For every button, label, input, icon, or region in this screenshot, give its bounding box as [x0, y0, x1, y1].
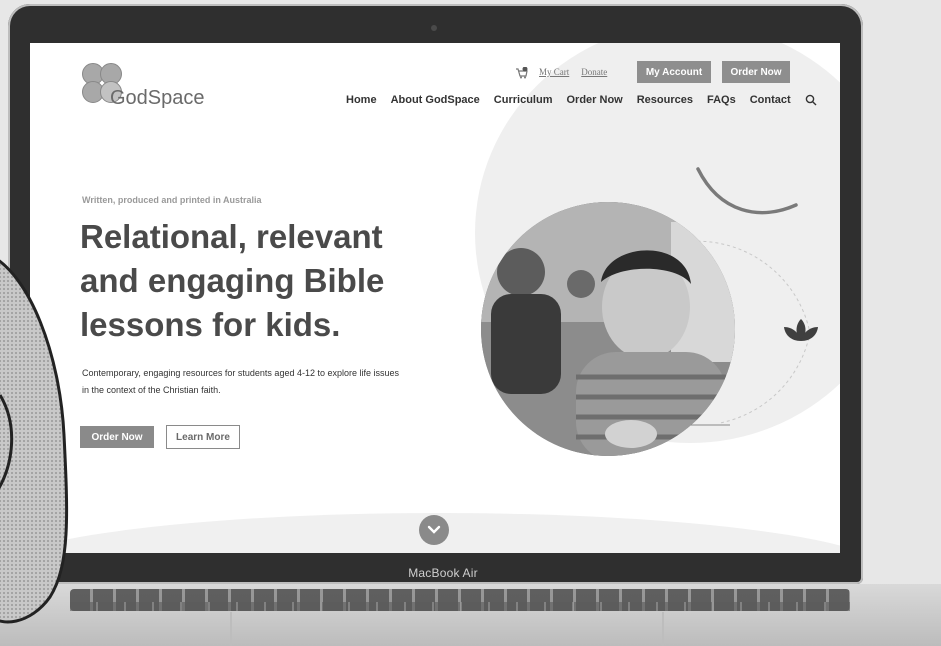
- my-cart-link[interactable]: My Cart: [539, 67, 569, 77]
- cart-icon[interactable]: [515, 67, 528, 79]
- hero-headline: Relational, relevant and engaging Bible …: [80, 218, 385, 343]
- elephant-illustration: [0, 259, 69, 624]
- hero-tagline: Written, produced and printed in Austral…: [82, 195, 262, 205]
- hero-photo-child: [481, 202, 735, 456]
- keyboard-row: [70, 602, 850, 611]
- nav-item-contact[interactable]: Contact: [750, 94, 791, 106]
- site-logo[interactable]: GodSpace: [82, 63, 212, 113]
- lotus-icon: [784, 319, 818, 341]
- scroll-down-button[interactable]: [419, 515, 449, 545]
- camera-dot: [431, 25, 437, 31]
- main-nav: Home About GodSpace Curriculum Order Now…: [346, 94, 817, 106]
- utility-links: My Cart Donate: [515, 67, 607, 79]
- logo-text: GodSpace: [110, 87, 205, 109]
- website-screen: GodSpace My Cart Donate My Account Order…: [30, 43, 840, 553]
- nav-item-faqs[interactable]: FAQs: [707, 94, 736, 106]
- search-icon[interactable]: [805, 94, 817, 106]
- laptop-model-label: MacBook Air: [408, 566, 478, 580]
- chevron-down-icon: [427, 525, 441, 534]
- hero-learn-more-button[interactable]: Learn More: [166, 425, 240, 449]
- my-account-button[interactable]: My Account: [637, 61, 711, 83]
- donate-link[interactable]: Donate: [581, 67, 607, 77]
- nav-item-curriculum[interactable]: Curriculum: [494, 94, 553, 106]
- nav-item-about[interactable]: About GodSpace: [391, 94, 480, 106]
- trackpad: [230, 612, 664, 646]
- nav-item-home[interactable]: Home: [346, 94, 377, 106]
- header-order-now-button[interactable]: Order Now: [722, 61, 790, 83]
- scene: GodSpace My Cart Donate My Account Order…: [0, 0, 941, 646]
- hero-description: Contemporary, engaging resources for stu…: [82, 368, 400, 395]
- nav-item-resources[interactable]: Resources: [637, 94, 693, 106]
- nav-item-order-now[interactable]: Order Now: [566, 94, 622, 106]
